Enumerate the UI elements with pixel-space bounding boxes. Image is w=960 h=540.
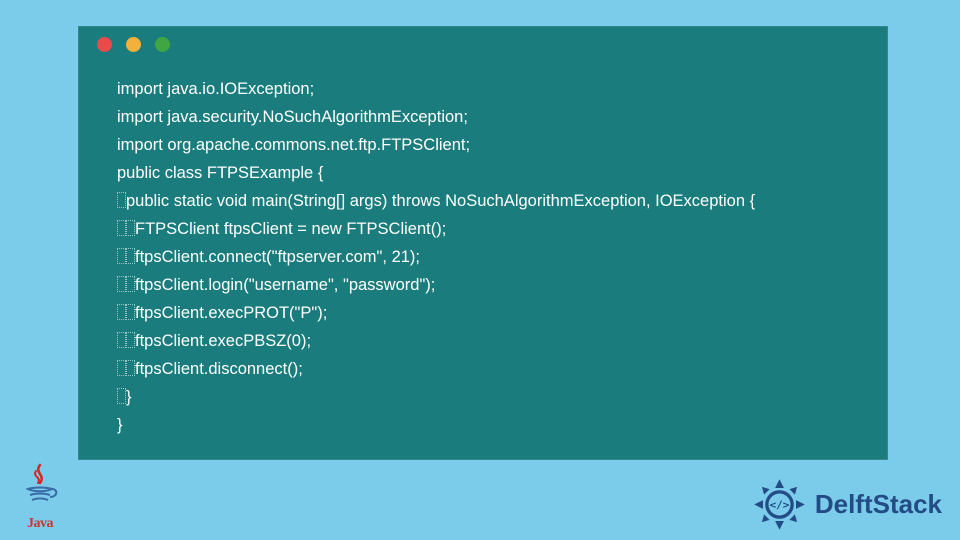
code-line: public static void main(String[] args) t… — [117, 187, 849, 215]
svg-text:</>: </> — [769, 498, 789, 511]
indent-box-icon — [117, 304, 126, 320]
code-line: public class FTPSExample { — [117, 159, 849, 187]
brand-name: DelftStack — [815, 489, 942, 520]
indent-box-icon — [126, 276, 135, 292]
indent-box-icon — [126, 332, 135, 348]
brand-logo-icon: </> — [752, 477, 807, 532]
code-line: ftpsClient.execPROT("P"); — [117, 299, 849, 327]
close-icon — [97, 37, 112, 52]
indent-box-icon — [117, 276, 126, 292]
indent-box-icon — [126, 360, 135, 376]
minimize-icon — [126, 37, 141, 52]
code-text: ftpsClient.execPBSZ(0); — [135, 332, 311, 350]
code-line: import org.apache.commons.net.ftp.FTPSCl… — [117, 131, 849, 159]
maximize-icon — [155, 37, 170, 52]
brand: </> DelftStack — [752, 477, 942, 532]
code-line: FTPSClient ftpsClient = new FTPSClient()… — [117, 215, 849, 243]
code-text: ftpsClient.disconnect(); — [135, 360, 303, 378]
code-text: import java.io.IOException; — [117, 80, 314, 98]
code-text: ftpsClient.execPROT("P"); — [135, 304, 327, 322]
java-logo-label: Java — [20, 516, 60, 532]
code-line: ftpsClient.disconnect(); — [117, 355, 849, 383]
indent-box-icon — [117, 220, 126, 236]
code-line: } — [117, 383, 849, 411]
code-line: } — [117, 411, 849, 439]
code-text: } — [117, 416, 123, 434]
indent-box-icon — [126, 248, 135, 264]
indent-box-icon — [117, 248, 126, 264]
indent-box-icon — [126, 220, 135, 236]
indent-box-icon — [117, 192, 126, 208]
code-line: import java.io.IOException; — [117, 75, 849, 103]
code-line: ftpsClient.execPBSZ(0); — [117, 327, 849, 355]
code-window: import java.io.IOException; import java.s… — [78, 26, 888, 460]
indent-box-icon — [117, 332, 126, 348]
code-text: public class FTPSExample { — [117, 164, 323, 182]
code-line: ftpsClient.login("username", "password")… — [117, 271, 849, 299]
code-text: ftpsClient.login("username", "password")… — [135, 276, 435, 294]
code-line: import java.security.NoSuchAlgorithmExce… — [117, 103, 849, 131]
code-text: import java.security.NoSuchAlgorithmExce… — [117, 108, 468, 126]
code-text: FTPSClient ftpsClient = new FTPSClient()… — [135, 220, 446, 238]
window-title-bar — [79, 27, 887, 61]
code-body: import java.io.IOException; import java.s… — [79, 61, 887, 459]
java-logo: Java — [20, 463, 60, 532]
indent-box-icon — [126, 304, 135, 320]
code-line: ftpsClient.connect("ftpserver.com", 21); — [117, 243, 849, 271]
indent-box-icon — [117, 388, 126, 404]
code-text: ftpsClient.connect("ftpserver.com", 21); — [135, 248, 420, 266]
indent-box-icon — [117, 360, 126, 376]
code-text: import org.apache.commons.net.ftp.FTPSCl… — [117, 136, 470, 154]
code-text: public static void main(String[] args) t… — [126, 192, 755, 210]
code-text: } — [126, 388, 132, 406]
